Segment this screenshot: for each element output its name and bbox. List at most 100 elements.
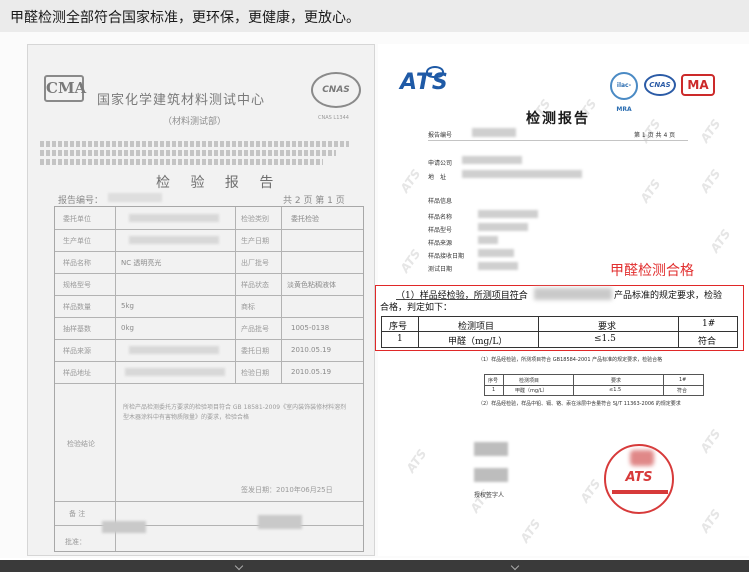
signer-label: 授权签字人 (474, 492, 505, 499)
watermark: ATS (697, 426, 724, 456)
conclusion-text: 所检产品检测委托方要求的检验项目符合 GB 18581-2009《室内装饰装修材… (123, 404, 347, 421)
redacted-signature (474, 442, 508, 456)
table-header: 要求 (598, 322, 617, 332)
banner-text: 甲醛检测全部符合国家标准，更环保，更健康，更放心。 (10, 10, 360, 26)
stamp-text: ATS (625, 470, 653, 485)
redacted-value (478, 249, 514, 257)
report-title: 检测报告 (526, 111, 590, 127)
table-cell: 甲醛（mg/L） (448, 337, 508, 347)
row-value: 2010.05.19 (291, 368, 332, 376)
redacted-value (478, 210, 538, 218)
table-cell: ≤1.5 (609, 387, 622, 393)
sample-info-label: 样品信息 (428, 198, 453, 205)
table-header: 1# (702, 319, 716, 329)
page-info: 共 2 页 第 1 页 (283, 196, 345, 206)
cnas-logo: CNAS (311, 72, 361, 108)
table-header: 检测项目 (458, 322, 495, 332)
approver-label: 批准： (65, 538, 86, 546)
redacted-value (129, 346, 219, 354)
table-cell: 1 (492, 387, 496, 393)
row-label: 委托单位 (63, 215, 91, 223)
row-label: 规格型号 (63, 281, 91, 289)
watermark: ATS (697, 166, 724, 196)
small-result-table: 序号 检测项目 要求 1# 1 甲醛（mg/L） ≤1.5 符合 (484, 374, 704, 396)
cma-logo: CMA (44, 75, 86, 102)
watermark: ATS (697, 506, 724, 536)
conclusion-label: 检验结论 (67, 440, 95, 448)
formaldehyde-result-table: 序号 检测项目 要求 1# 1 甲醛（mg/L） ≤1.5 符合 (381, 316, 738, 348)
redacted-signature (474, 468, 508, 482)
inspection-table: 委托单位 检验类别 委托检验 生产单位 生产日期 样品名称 NC 透明亮光 出厂… (54, 206, 364, 552)
report-title: 检 验 报 告 (156, 175, 282, 191)
watermark: ATS (397, 246, 424, 276)
row-label: 生产日期 (241, 237, 269, 245)
redacted-value (472, 128, 516, 137)
formaldehyde-pass-label: 甲醛检测合格 (610, 263, 694, 279)
result-intro-part2: 产品标准的规定要求，检验 (614, 291, 723, 301)
redacted-value (462, 156, 522, 164)
report-number-label: 报告编号 (428, 132, 453, 139)
watermark: ATS (403, 446, 430, 476)
issue-date: 签发日期：2010年06月25日 (241, 486, 333, 494)
redacted-value (129, 236, 219, 244)
sample-source-label: 样品来源 (428, 240, 453, 247)
table-header: 序号 (488, 378, 499, 384)
bottom-bar (0, 560, 749, 572)
applicant-label: 申请公司 (428, 160, 453, 167)
redacted-value (462, 170, 582, 178)
redacted-value (478, 262, 518, 270)
watermark: ATS (697, 116, 724, 146)
redacted-value (478, 223, 528, 231)
sample-name-label: 样品名称 (428, 214, 453, 221)
table-header: 要求 (611, 378, 622, 384)
redacted-standard (534, 288, 612, 300)
table-header: 1# (679, 377, 687, 383)
row-label: 产品批号 (241, 325, 269, 333)
table-cell: ≤1.5 (594, 334, 616, 344)
row-value: 1005-0138 (291, 324, 330, 332)
redacted-signature (102, 521, 146, 533)
report-number-redacted (108, 193, 162, 202)
row-label: 样品状态 (241, 281, 269, 289)
row-label: 商标 (241, 303, 255, 311)
red-stamp: ATS (604, 444, 674, 514)
table-cell: 1 (397, 334, 403, 344)
page-info: 第 1 页 共 4 页 (634, 132, 676, 139)
watermark: ATS (637, 176, 664, 206)
row-value: NC 透明亮光 (121, 259, 162, 267)
watermark: ATS (707, 226, 734, 256)
table-cell: 甲醛（mg/L） (515, 388, 548, 394)
cnas-logo: CNAS (644, 74, 676, 96)
row-value: 0kg (121, 324, 134, 332)
remark-label: 备 注 (69, 510, 86, 518)
header-banner: 甲醛检测全部符合国家标准，更环保，更健康，更放心。 (0, 0, 749, 32)
watermark: ATS (517, 516, 544, 546)
row-label: 样品地址 (63, 369, 91, 377)
test-date-label: 测试日期 (428, 266, 453, 273)
header-fine-print (40, 141, 362, 168)
small-note: （1）样品经检验，所测项目符合 GB18584-2001 产品标准的规定要求，检… (478, 357, 663, 363)
highlighted-result-box: （1）样品经检验，所测项目符合 产品标准的规定要求，检验 合格，判定如下： 序号… (375, 285, 744, 351)
row-label: 样品来源 (63, 347, 91, 355)
table-cell: 符合 (698, 337, 717, 347)
table-header: 检测项目 (519, 378, 540, 384)
redacted-signature (258, 515, 302, 529)
receive-date-label: 样品接收日期 (428, 253, 465, 260)
lab-name: 国家化学建筑材料测试中心 (97, 93, 266, 108)
row-label: 出厂批号 (241, 259, 269, 267)
redacted-value (129, 214, 219, 222)
address-label: 地 址 (428, 174, 447, 181)
row-label: 生产单位 (63, 237, 91, 245)
note-2: （2）样品经检验，样品中铅、镉、铬、汞在涂层中含量符合 SJ/T 11363-2… (478, 401, 681, 407)
row-value: 委托检验 (291, 215, 319, 223)
table-cell: 符合 (677, 388, 688, 394)
left-certificate: CMA 国家化学建筑材料测试中心 （材料测试部） CNAS CNAS L1344… (27, 44, 375, 556)
row-label: 委托日期 (241, 347, 269, 355)
row-value: 淡黄色粘稠液体 (287, 281, 336, 289)
ats-logo: ATS (400, 70, 449, 95)
ilac-logo: ilac-MRA (610, 72, 638, 113)
sample-model-label: 样品型号 (428, 227, 453, 234)
redacted-value (125, 368, 225, 376)
row-label: 抽样基数 (63, 325, 91, 333)
report-number-label: 报告编号： (58, 196, 104, 206)
